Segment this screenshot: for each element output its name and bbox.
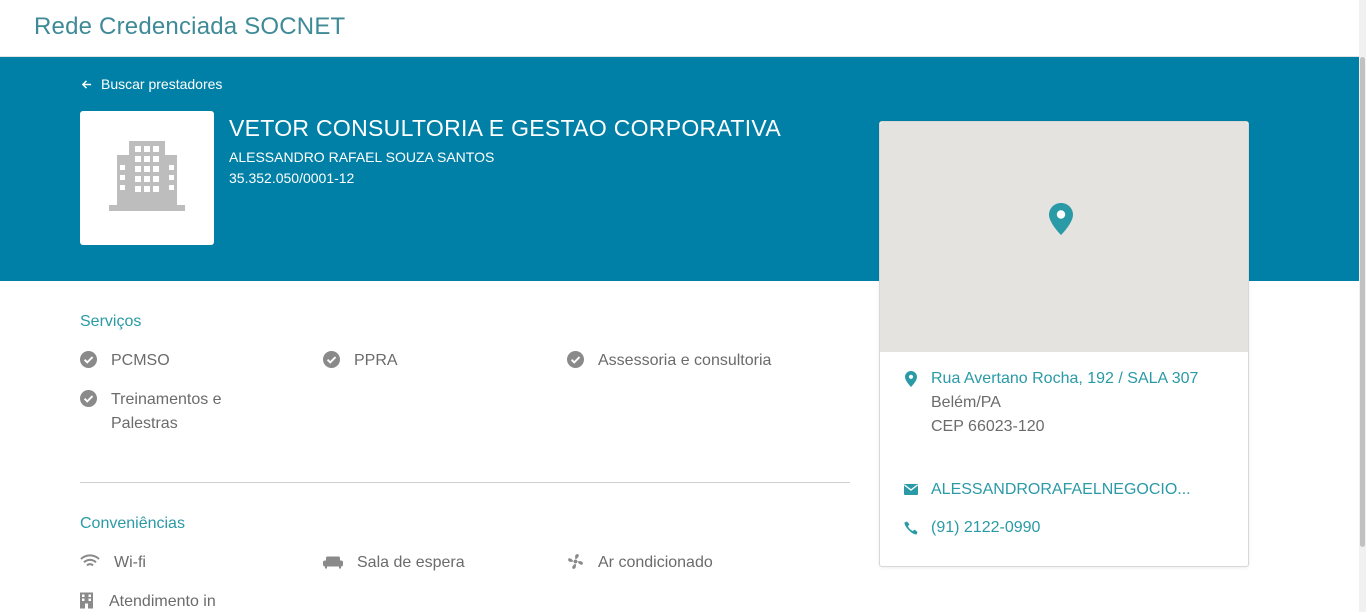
page-scrollbar[interactable] — [1359, 0, 1366, 612]
app-title: Rede Credenciada SOCNET — [34, 13, 346, 40]
service-label: PCMSO — [111, 352, 170, 369]
building-icon — [80, 592, 93, 609]
back-link-label: Buscar prestadores — [101, 76, 223, 92]
amenity-item: Ar condicionado — [567, 551, 713, 575]
check-circle-icon — [323, 351, 340, 368]
services-title: Serviços — [80, 313, 142, 330]
service-label: PPRA — [354, 352, 398, 369]
fan-icon — [568, 554, 583, 569]
provider-logo — [80, 111, 214, 245]
map-pin-icon[interactable] — [1049, 203, 1073, 235]
sofa-icon — [323, 556, 343, 569]
amenity-item: Wi-fi — [80, 551, 146, 575]
arrow-left-icon — [81, 79, 92, 89]
address-block: Rua Avertano Rocha, 192 / SALA 307 Belém… — [904, 367, 1211, 439]
email-row[interactable]: ALESSANDRORAFAELNEGOCIO... — [904, 478, 1191, 502]
email-link[interactable]: ALESSANDRORAFAELNEGOCIO... — [931, 478, 1191, 502]
amenities-title: Conveniências — [80, 515, 185, 532]
top-bar: Rede Credenciada SOCNET — [0, 0, 1359, 57]
back-to-search-link[interactable]: Buscar prestadores — [81, 76, 222, 92]
amenity-label: Ar condicionado — [598, 554, 713, 571]
location-pin-icon — [905, 371, 917, 387]
service-item: Treinamentos e Palestras — [80, 388, 250, 436]
service-item: PPRA — [323, 349, 398, 373]
amenity-label: Sala de espera — [357, 554, 465, 571]
provider-owner: ALESSANDRO RAFAEL SOUZA SANTOS — [229, 149, 495, 165]
section-divider — [80, 482, 850, 483]
map[interactable] — [880, 122, 1248, 352]
check-circle-icon — [80, 351, 97, 368]
address-city: Belém/PA — [931, 394, 1001, 411]
scrollbar-thumb[interactable] — [1360, 57, 1365, 547]
service-item: Assessoria e consultoria — [567, 349, 771, 373]
check-circle-icon — [567, 351, 584, 368]
amenity-item: Atendimento in — [80, 590, 216, 612]
wifi-icon — [80, 554, 100, 567]
service-item: PCMSO — [80, 349, 170, 373]
amenity-label: Wi-fi — [114, 554, 146, 571]
building-icon — [109, 141, 185, 211]
service-label: Treinamentos e Palestras — [111, 391, 222, 432]
amenity-item: Sala de espera — [323, 551, 465, 575]
service-label: Assessoria e consultoria — [598, 352, 772, 369]
address-street-link[interactable]: Rua Avertano Rocha, 192 / SALA 307 — [931, 367, 1211, 391]
phone-icon — [904, 521, 918, 535]
check-circle-icon — [80, 390, 97, 407]
envelope-icon — [904, 484, 918, 495]
amenity-label: Atendimento in — [109, 593, 216, 610]
location-card: Rua Avertano Rocha, 192 / SALA 307 Belém… — [879, 121, 1249, 567]
address-cep: CEP 66023-120 — [931, 418, 1045, 435]
phone-link[interactable]: (91) 2122-0990 — [931, 516, 1040, 540]
phone-row[interactable]: (91) 2122-0990 — [904, 516, 1040, 540]
provider-cnpj: 35.352.050/0001-12 — [229, 170, 355, 186]
provider-name: VETOR CONSULTORIA E GESTAO CORPORATIVA — [229, 115, 782, 141]
